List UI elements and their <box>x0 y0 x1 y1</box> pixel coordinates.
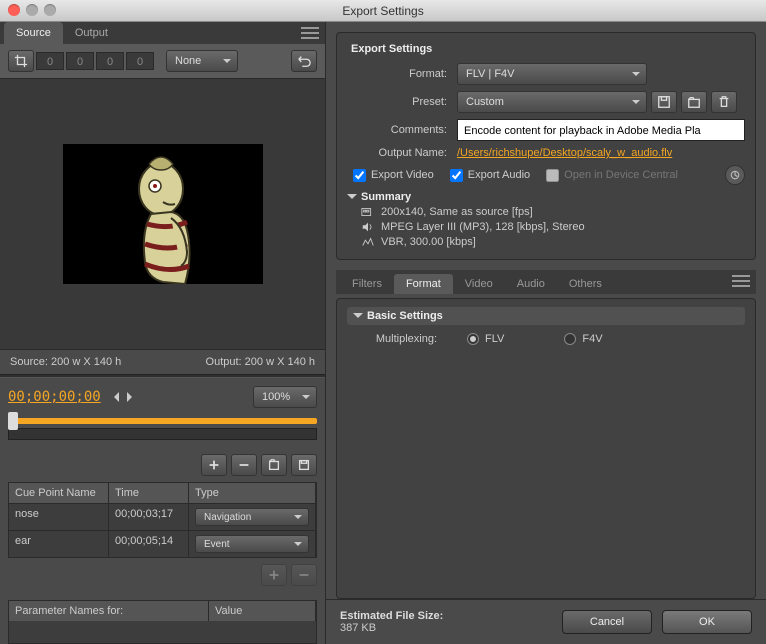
crop-bottom[interactable]: 0 <box>126 52 154 70</box>
export-settings-panel: Export Settings Format: FLV | F4V Preset… <box>336 32 756 260</box>
summary-audio: MPEG Layer III (MP3), 128 [kbps], Stereo <box>381 221 585 233</box>
source-dims: Source: 200 w X 140 h <box>10 356 121 368</box>
basic-disclosure-icon[interactable] <box>353 313 363 323</box>
audio-icon <box>361 221 375 233</box>
crop-right[interactable]: 0 <box>96 52 124 70</box>
left-panel: Source Output 0 0 0 0 None <box>0 22 326 644</box>
save-preset-button[interactable] <box>651 91 677 113</box>
preview-area <box>0 79 325 349</box>
add-cue-button[interactable] <box>201 454 227 476</box>
estimated-size-value: 387 KB <box>340 622 562 634</box>
summary-bitrate: VBR, 300.00 [kbps] <box>381 236 476 248</box>
timeline: 00;00;00;00 100% <box>0 378 325 448</box>
subtab-menu-icon[interactable] <box>732 274 750 288</box>
cue-header-type[interactable]: Type <box>189 483 316 503</box>
export-cues-button[interactable] <box>291 454 317 476</box>
footer: Estimated File Size: 387 KB Cancel OK <box>326 599 766 644</box>
subtab-audio[interactable]: Audio <box>505 274 557 294</box>
timeline-ruler <box>8 428 317 440</box>
remove-param-button <box>291 564 317 586</box>
export-settings-title: Export Settings <box>351 43 745 55</box>
subtab-others[interactable]: Others <box>557 274 614 294</box>
radio-flv[interactable]: FLV <box>467 333 504 345</box>
comments-input[interactable]: Encode content for playback in Adobe Med… <box>457 119 745 141</box>
import-preset-button[interactable] <box>681 91 707 113</box>
preset-select[interactable]: Custom <box>457 91 647 113</box>
left-tabbar: Source Output <box>0 22 325 44</box>
bitrate-icon <box>361 236 375 248</box>
param-header-value[interactable]: Value <box>209 601 316 621</box>
preview-image[interactable] <box>63 144 263 284</box>
cue-header-name[interactable]: Cue Point Name <box>9 483 109 503</box>
table-row[interactable]: nose 00;00;03;17 Navigation <box>9 503 316 530</box>
step-forward-icon[interactable] <box>127 392 227 402</box>
estimated-size-label: Estimated File Size: <box>340 610 562 622</box>
export-audio-checkbox[interactable]: Export Audio <box>450 169 530 182</box>
timecode[interactable]: 00;00;00;00 <box>8 389 101 405</box>
cue-table: Cue Point Name Time Type nose 00;00;03;1… <box>8 482 317 558</box>
output-name-label: Output Name: <box>347 147 457 159</box>
add-param-button <box>261 564 287 586</box>
basic-settings-panel: Basic Settings Multiplexing: FLV F4V <box>336 298 756 599</box>
window-title: Export Settings <box>0 0 766 22</box>
open-device-central-checkbox: Open in Device Central <box>546 169 678 182</box>
video-icon <box>361 206 375 218</box>
format-label: Format: <box>347 68 457 80</box>
comments-label: Comments: <box>347 124 457 136</box>
window-zoom[interactable] <box>44 4 56 16</box>
delete-preset-button[interactable] <box>711 91 737 113</box>
preset-label: Preset: <box>347 96 457 108</box>
right-panel: Export Settings Format: FLV | F4V Preset… <box>326 22 766 644</box>
cancel-button[interactable]: Cancel <box>562 610 652 634</box>
ok-button[interactable]: OK <box>662 610 752 634</box>
window-minimize[interactable] <box>26 4 38 16</box>
undo-crop-icon[interactable] <box>291 50 317 72</box>
cue-header-time[interactable]: Time <box>109 483 189 503</box>
cue-type-select[interactable]: Event <box>195 535 309 553</box>
summary-label: Summary <box>361 191 411 203</box>
summary-disclosure-icon[interactable] <box>347 194 357 204</box>
crop-constrain-select[interactable]: None <box>166 50 238 72</box>
radio-f4v[interactable]: F4V <box>564 333 602 345</box>
playhead[interactable] <box>8 412 18 430</box>
cue-type-select[interactable]: Navigation <box>195 508 309 526</box>
crop-top[interactable]: 0 <box>66 52 94 70</box>
panel-menu-icon[interactable] <box>301 26 319 40</box>
param-header-name[interactable]: Parameter Names for: <box>9 601 209 621</box>
timeline-track[interactable] <box>8 418 317 424</box>
device-central-icon[interactable] <box>725 165 745 185</box>
import-cues-button[interactable] <box>261 454 287 476</box>
settings-subtabs: Filters Format Video Audio Others <box>336 270 756 294</box>
crop-toolbar: 0 0 0 0 None <box>0 44 325 79</box>
output-dims: Output: 200 w X 140 h <box>206 356 315 368</box>
tab-output[interactable]: Output <box>63 22 120 44</box>
subtab-filters[interactable]: Filters <box>340 274 394 294</box>
crop-icon[interactable] <box>8 50 34 72</box>
export-video-checkbox[interactable]: Export Video <box>353 169 434 182</box>
tab-source[interactable]: Source <box>4 22 63 44</box>
table-row[interactable]: ear 00;00;05;14 Event <box>9 530 316 557</box>
window-close[interactable] <box>8 4 20 16</box>
titlebar: Export Settings <box>0 0 766 22</box>
subtab-format[interactable]: Format <box>394 274 453 294</box>
subtab-video[interactable]: Video <box>453 274 505 294</box>
remove-cue-button[interactable] <box>231 454 257 476</box>
basic-settings-title: Basic Settings <box>367 310 443 322</box>
zoom-select[interactable]: 100% <box>253 386 317 408</box>
crop-left[interactable]: 0 <box>36 52 64 70</box>
param-table: Parameter Names for: Value <box>8 600 317 644</box>
format-select[interactable]: FLV | F4V <box>457 63 647 85</box>
output-name-link[interactable]: /Users/richshupe/Desktop/scaly_w_audio.f… <box>457 147 672 159</box>
multiplexing-label: Multiplexing: <box>347 333 447 345</box>
dimensions-row: Source: 200 w X 140 h Output: 200 w X 14… <box>0 349 325 374</box>
summary-video: 200x140, Same as source [fps] <box>381 206 533 218</box>
step-back-icon[interactable] <box>109 392 119 402</box>
